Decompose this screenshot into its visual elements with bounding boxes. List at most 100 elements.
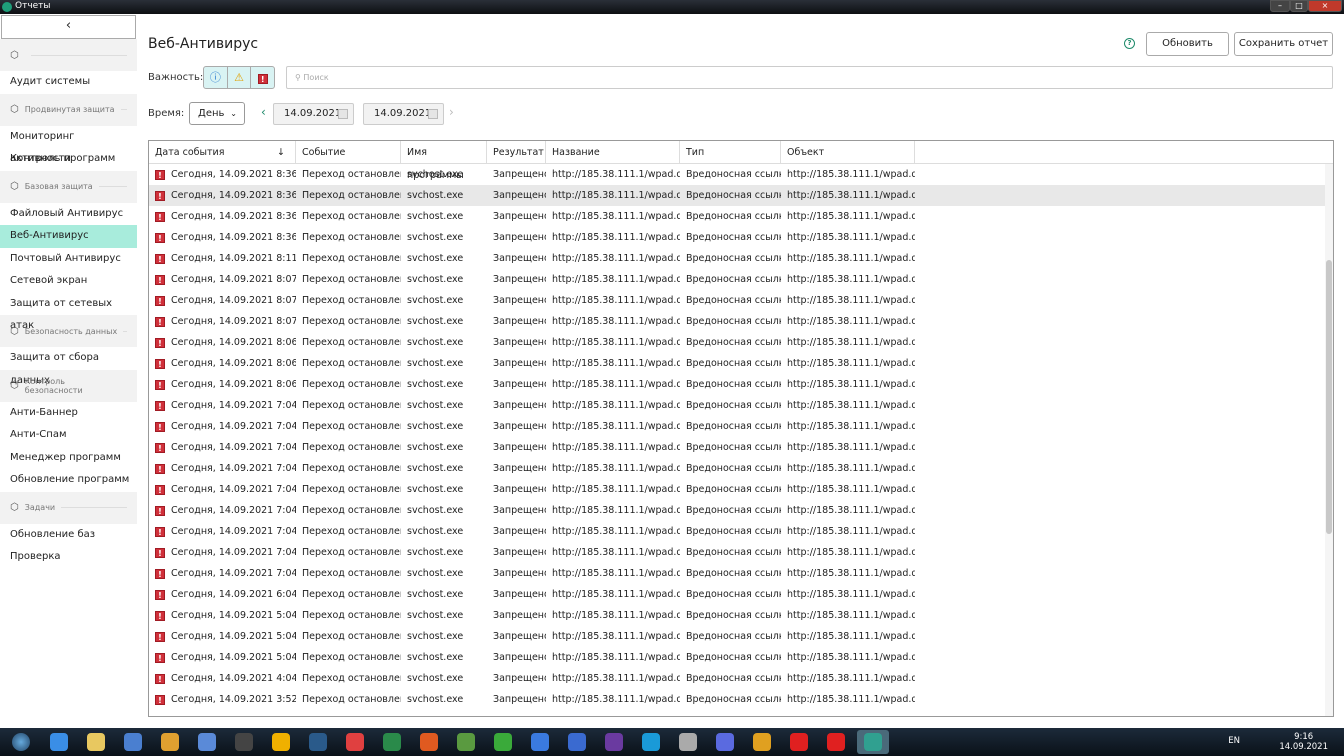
taskbar-app-icon[interactable] — [672, 730, 704, 754]
taskbar-app-icon[interactable] — [857, 730, 889, 754]
taskbar-app-icon[interactable] — [561, 730, 593, 754]
collapse-sidebar-button[interactable]: ‹ — [1, 15, 136, 39]
column-header[interactable]: Событие — [296, 141, 401, 163]
calendar-icon[interactable] — [428, 109, 438, 119]
sidebar-item[interactable]: Сетевой экран — [0, 270, 137, 293]
column-header[interactable]: Тип — [680, 141, 781, 163]
sidebar-item[interactable]: Анти-Спам — [0, 424, 137, 447]
cell-event: Переход остановлен — [302, 526, 401, 537]
taskbar-app-icon[interactable] — [265, 730, 297, 754]
table-row[interactable]: !Сегодня, 14.09.2021 5:04:26Переход оста… — [149, 647, 1333, 668]
taskbar-app-icon[interactable] — [80, 730, 112, 754]
taskbar-app-icon[interactable] — [339, 730, 371, 754]
taskbar-app-icon[interactable] — [191, 730, 223, 754]
clock[interactable]: 9:16 14.09.2021 — [1279, 732, 1328, 752]
taskbar-app-icon[interactable] — [746, 730, 778, 754]
maximize-button[interactable]: □ — [1290, 0, 1308, 12]
taskbar-app-icon[interactable] — [450, 730, 482, 754]
close-button[interactable]: × — [1308, 0, 1342, 12]
info-icon[interactable]: ⓘ — [204, 67, 228, 88]
table-row[interactable]: !Сегодня, 14.09.2021 8:36:45Переход оста… — [149, 227, 1333, 248]
table-row[interactable]: !Сегодня, 14.09.2021 8:06:58Переход оста… — [149, 353, 1333, 374]
cell-type: Вредоносная ссылка — [686, 673, 781, 684]
taskbar-app-icon[interactable] — [43, 730, 75, 754]
taskbar-app-icon[interactable] — [709, 730, 741, 754]
sidebar-item[interactable]: Анти-Баннер — [0, 401, 137, 424]
table-row[interactable]: !Сегодня, 14.09.2021 8:06:58Переход оста… — [149, 332, 1333, 353]
sidebar-item[interactable]: Контроль программ — [0, 148, 137, 171]
taskbar-app-icon[interactable] — [635, 730, 667, 754]
table-row[interactable]: !Сегодня, 14.09.2021 8:36:46Переход оста… — [149, 185, 1333, 206]
column-header[interactable]: Название — [546, 141, 680, 163]
date-from-field[interactable]: 14.09.2021 — [273, 103, 354, 125]
scrollbar[interactable] — [1325, 164, 1333, 716]
taskbar-app-icon[interactable] — [598, 730, 630, 754]
sidebar-item[interactable]: Защита от сбора данных — [0, 347, 137, 386]
taskbar-app-icon[interactable] — [228, 730, 260, 754]
table-row[interactable]: !Сегодня, 14.09.2021 7:04:57Переход оста… — [149, 521, 1333, 542]
table-row[interactable]: !Сегодня, 14.09.2021 6:04:26Переход оста… — [149, 584, 1333, 605]
sidebar-item[interactable]: Проверка — [0, 546, 137, 569]
taskbar-app-icon[interactable] — [487, 730, 519, 754]
taskbar-app-icon[interactable] — [376, 730, 408, 754]
column-header[interactable]: Имя программы — [401, 141, 487, 181]
table-row[interactable]: !Сегодня, 14.09.2021 7:04:59Переход оста… — [149, 395, 1333, 416]
sidebar-item[interactable]: Веб-Антивирус — [0, 225, 137, 248]
calendar-icon[interactable] — [338, 109, 348, 119]
next-date-button[interactable]: › — [449, 105, 454, 119]
table-row[interactable]: !Сегодня, 14.09.2021 7:04:58Переход оста… — [149, 458, 1333, 479]
column-header[interactable]: Объект — [781, 141, 915, 163]
prev-date-button[interactable]: ‹ — [261, 105, 266, 119]
sidebar-item[interactable]: Почтовый Антивирус — [0, 247, 137, 270]
sidebar-item[interactable]: Защита от сетевых атак — [0, 292, 137, 331]
refresh-button[interactable]: Обновить — [1146, 32, 1229, 56]
table-row[interactable]: !Сегодня, 14.09.2021 8:36:45Переход оста… — [149, 206, 1333, 227]
table-row[interactable]: !Сегодня, 14.09.2021 5:04:57Переход оста… — [149, 626, 1333, 647]
table-row[interactable]: !Сегодня, 14.09.2021 7:04:58Переход оста… — [149, 500, 1333, 521]
table-row[interactable]: !Сегодня, 14.09.2021 7:04:58Переход оста… — [149, 437, 1333, 458]
table-row[interactable]: !Сегодня, 14.09.2021 8:11:36Переход оста… — [149, 248, 1333, 269]
sidebar-item[interactable]: Обновление баз — [0, 523, 137, 546]
sidebar-item[interactable]: Менеджер программ — [0, 446, 137, 469]
table-row[interactable]: !Сегодня, 14.09.2021 7:04:59Переход оста… — [149, 416, 1333, 437]
taskbar-app-icon[interactable] — [154, 730, 186, 754]
taskbar-app-icon[interactable] — [117, 730, 149, 754]
taskbar-app-icon[interactable] — [524, 730, 556, 754]
table-row[interactable]: !Сегодня, 14.09.2021 8:07:02Переход оста… — [149, 311, 1333, 332]
table-row[interactable]: !Сегодня, 14.09.2021 7:04:26Переход оста… — [149, 563, 1333, 584]
cell-event: Переход остановлен — [302, 169, 401, 180]
sidebar-item[interactable]: Обновление программ — [0, 469, 137, 492]
severity-filter: ⓘ ⚠ ! — [203, 66, 275, 89]
warning-icon[interactable]: ⚠ — [228, 67, 252, 88]
date-to-field[interactable]: 14.09.2021 — [363, 103, 444, 125]
table-row[interactable]: !Сегодня, 14.09.2021 7:04:57Переход оста… — [149, 542, 1333, 563]
scrollbar-thumb[interactable] — [1326, 260, 1332, 534]
critical-icon[interactable]: ! — [251, 67, 274, 88]
taskbar-app-icon[interactable] — [820, 730, 852, 754]
sidebar-item[interactable]: Аудит системы — [0, 71, 137, 94]
table-row[interactable]: !Сегодня, 14.09.2021 5:04:57Переход оста… — [149, 605, 1333, 626]
minimize-button[interactable]: – — [1270, 0, 1290, 12]
language-indicator[interactable]: EN — [1228, 736, 1240, 746]
period-select[interactable]: День ⌄ — [189, 102, 245, 125]
start-button[interactable] — [5, 730, 37, 754]
table-row[interactable]: !Сегодня, 14.09.2021 8:07:03Переход оста… — [149, 269, 1333, 290]
save-report-button[interactable]: Сохранить отчет — [1234, 32, 1333, 56]
table-row[interactable]: !Сегодня, 14.09.2021 3:52:07Переход оста… — [149, 689, 1333, 710]
table-row[interactable]: !Сегодня, 14.09.2021 8:06:27Переход оста… — [149, 374, 1333, 395]
taskbar-app-icon[interactable] — [783, 730, 815, 754]
taskbar-app-icon[interactable] — [413, 730, 445, 754]
cell-event: Переход остановлен — [302, 316, 401, 327]
taskbar-app-icon[interactable] — [302, 730, 334, 754]
search-input[interactable]: ⚲ Поиск — [286, 66, 1333, 89]
column-header[interactable]: Дата события ↓ — [149, 141, 296, 163]
table-row[interactable]: !Сегодня, 14.09.2021 8:07:02Переход оста… — [149, 290, 1333, 311]
table-row[interactable]: !Сегодня, 14.09.2021 4:04:15Переход оста… — [149, 668, 1333, 689]
sidebar-item[interactable]: Мониторинг активности — [0, 125, 137, 164]
column-header[interactable]: Результат — [487, 141, 546, 163]
sidebar-item[interactable]: Файловый Антивирус — [0, 202, 137, 225]
table-row[interactable]: !Сегодня, 14.09.2021 8:36:56Переход оста… — [149, 164, 1333, 185]
cell-result: Запрещено — [493, 442, 546, 453]
table-row[interactable]: !Сегодня, 14.09.2021 7:04:58Переход оста… — [149, 479, 1333, 500]
help-icon[interactable]: ? — [1124, 38, 1135, 49]
